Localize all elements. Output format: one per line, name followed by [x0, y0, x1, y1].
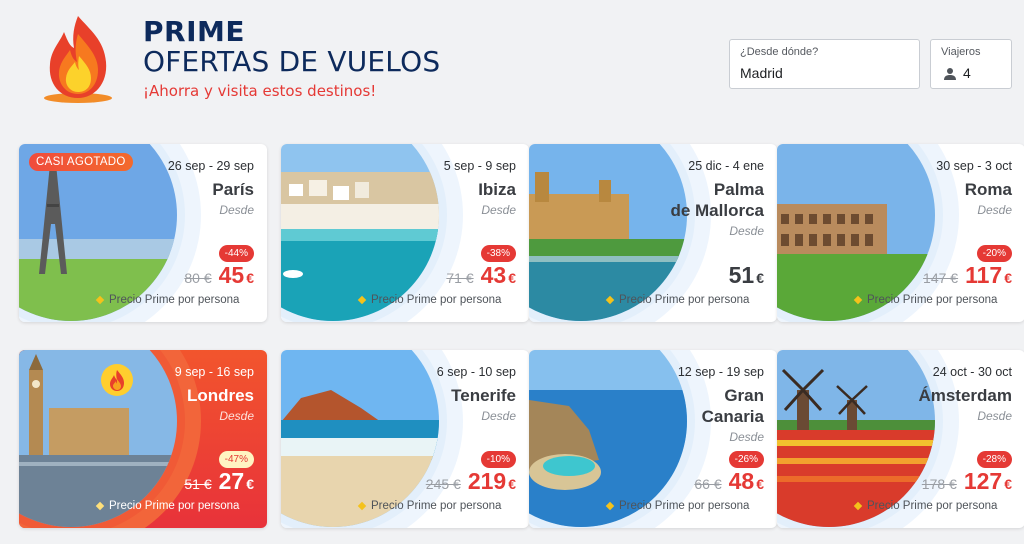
- destination-name: Palma de Mallorca: [670, 180, 764, 220]
- prime-price: 127 €: [963, 468, 1012, 494]
- price-row: 178 € 127 €: [922, 468, 1012, 495]
- deal-card-londres[interactable]: 9 sep - 16 sep Londres Desde -47% 51 € 2…: [19, 350, 267, 528]
- diamond-icon: [357, 295, 367, 305]
- price-note: Precio Prime por persona: [357, 294, 501, 306]
- deal-card-ibiza[interactable]: 5 sep - 9 sep Ibiza Desde -38% 71 € 43 € …: [281, 144, 529, 322]
- discount-badge: -20%: [976, 245, 1012, 262]
- price-note: Precio Prime por persona: [357, 500, 501, 512]
- prime-price: 45 €: [218, 262, 254, 288]
- old-price: 147 €: [923, 270, 959, 286]
- origin-field[interactable]: ¿Desde dónde? Madrid: [729, 39, 920, 89]
- destination-name: Ibiza: [478, 180, 516, 199]
- prime-price: 219 €: [467, 468, 516, 494]
- price-row: 66 € 48 €: [694, 468, 764, 495]
- fire-icon: [110, 370, 124, 391]
- page-title: PRIME OFERTAS DE VUELOS ¡Ahorra y visita…: [143, 15, 441, 101]
- old-price: 66 €: [694, 476, 722, 492]
- deal-card-roma[interactable]: 30 sep - 3 oct Roma Desde -20% 147 € 117…: [777, 144, 1024, 322]
- travelers-field[interactable]: Viajeros 4: [930, 39, 1012, 89]
- prime-price: 43 €: [480, 262, 516, 288]
- price-note: Precio Prime por persona: [605, 500, 749, 512]
- price-row: 245 € 219 €: [426, 468, 516, 495]
- from-label: Desde: [729, 224, 764, 238]
- origin-label: ¿Desde dónde?: [740, 46, 819, 58]
- brand-title: PRIME: [143, 15, 245, 48]
- trip-dates: 25 dic - 4 ene: [688, 159, 764, 173]
- from-label: Desde: [481, 203, 516, 217]
- deal-card-amsterdam[interactable]: 24 oct - 30 oct Ámsterdam Desde -28% 178…: [777, 350, 1024, 528]
- destination-name: Ámsterdam: [918, 386, 1012, 405]
- slogan: ¡Ahorra y visita estos destinos!: [143, 82, 377, 100]
- trip-dates: 24 oct - 30 oct: [932, 365, 1012, 379]
- destination-name: París: [212, 180, 254, 199]
- trip-dates: 9 sep - 16 sep: [174, 365, 254, 379]
- diamond-icon: [853, 501, 863, 511]
- price-row: 51 €: [729, 262, 764, 289]
- destination-name: Roma: [964, 180, 1012, 199]
- old-price: 245 €: [425, 476, 461, 492]
- discount-badge: -10%: [480, 451, 516, 468]
- deal-card-palma[interactable]: 25 dic - 4 ene Palma de Mallorca Desde 51…: [529, 144, 777, 322]
- prime-price: 51 €: [728, 262, 764, 288]
- discount-badge: -38%: [480, 245, 516, 262]
- brand-subtitle: OFERTAS DE VUELOS: [143, 45, 441, 78]
- old-price: 71 €: [446, 270, 474, 286]
- trip-dates: 5 sep - 9 sep: [443, 159, 516, 173]
- diamond-icon: [605, 295, 615, 305]
- travelers-value: 4: [963, 65, 971, 81]
- person-icon: [944, 68, 956, 80]
- travelers-label: Viajeros: [941, 46, 981, 58]
- discount-badge: -47%: [218, 451, 254, 468]
- trip-dates: 26 sep - 29 sep: [167, 159, 254, 173]
- trip-dates: 30 sep - 3 oct: [936, 159, 1012, 173]
- price-note: Precio Prime por persona: [95, 500, 239, 512]
- from-label: Desde: [729, 430, 764, 444]
- old-price: 51 €: [184, 476, 212, 492]
- discount-badge: -28%: [976, 451, 1012, 468]
- prime-price: 27 €: [218, 468, 254, 494]
- price-note: Precio Prime por persona: [853, 294, 997, 306]
- diamond-icon: [853, 295, 863, 305]
- from-label: Desde: [977, 203, 1012, 217]
- old-price: 178 €: [921, 476, 957, 492]
- from-label: Desde: [977, 409, 1012, 423]
- price-note: Precio Prime por persona: [853, 500, 997, 512]
- deal-card-paris[interactable]: CASI AGOTADO 26 sep - 29 sep París Desde…: [19, 144, 267, 322]
- trip-dates: 6 sep - 10 sep: [436, 365, 516, 379]
- origin-value: Madrid: [740, 65, 783, 81]
- destination-name: Londres: [186, 386, 254, 405]
- deal-card-gran-canaria[interactable]: 12 sep - 19 sep Gran Canaria Desde -26% 6…: [529, 350, 777, 528]
- diamond-icon: [605, 501, 615, 511]
- diamond-icon: [95, 295, 105, 305]
- destination-name: Tenerife: [451, 386, 516, 405]
- trip-dates: 12 sep - 19 sep: [677, 365, 764, 379]
- prime-price: 117 €: [965, 262, 1012, 288]
- sold-out-badge: CASI AGOTADO: [29, 153, 133, 171]
- price-row: 147 € 117 €: [923, 262, 1012, 289]
- diamond-icon: [357, 501, 367, 511]
- discount-badge: -44%: [218, 245, 254, 262]
- hot-deal-badge: [101, 364, 133, 396]
- price-row: 71 € 43 €: [446, 262, 516, 289]
- price-note: Precio Prime por persona: [95, 294, 239, 306]
- from-label: Desde: [219, 203, 254, 217]
- fire-logo-icon: [44, 16, 112, 103]
- prime-price: 48 €: [728, 468, 764, 494]
- diamond-icon: [95, 501, 105, 511]
- from-label: Desde: [481, 409, 516, 423]
- price-row: 51 € 27 €: [184, 468, 254, 495]
- price-row: 80 € 45 €: [184, 262, 254, 289]
- destination-name: Gran Canaria: [701, 386, 764, 426]
- old-price: 80 €: [184, 270, 212, 286]
- discount-badge: -26%: [728, 451, 764, 468]
- from-label: Desde: [219, 409, 254, 423]
- deal-card-tenerife[interactable]: 6 sep - 10 sep Tenerife Desde -10% 245 €…: [281, 350, 529, 528]
- price-note: Precio Prime por persona: [605, 294, 749, 306]
